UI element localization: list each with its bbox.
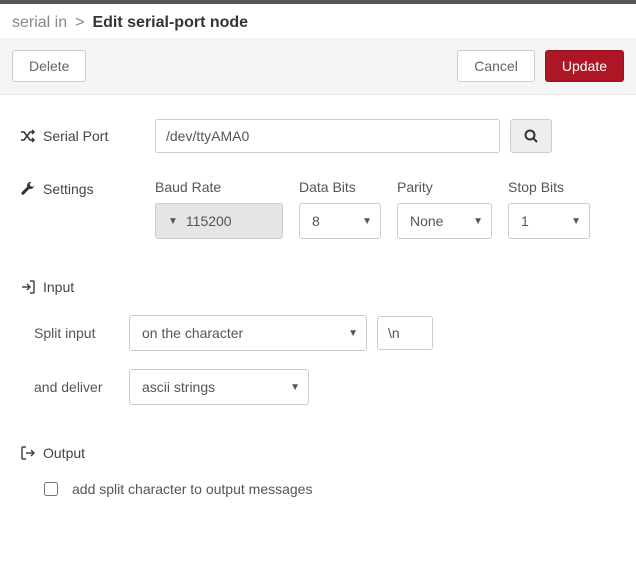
- deliver-label: and deliver: [34, 379, 129, 395]
- delete-button[interactable]: Delete: [12, 50, 86, 82]
- breadcrumb: serial in > Edit serial-port node: [0, 4, 636, 38]
- settings-row: Settings Baud Rate ▼ 115200 Data Bits 8 …: [20, 179, 616, 239]
- wrench-icon: [20, 182, 36, 196]
- serial-port-label: Serial Port: [20, 128, 155, 144]
- serial-port-input[interactable]: [155, 119, 500, 153]
- settings-label-text: Settings: [43, 181, 94, 197]
- add-split-char-label: add split character to output messages: [72, 481, 312, 497]
- data-bits-select[interactable]: 8 ▼: [299, 203, 381, 239]
- data-bits-column: Data Bits 8 ▼: [299, 179, 381, 239]
- baud-rate-value: 115200: [186, 213, 232, 229]
- stop-bits-value: 1: [521, 213, 529, 229]
- deliver-mode-value: ascii strings: [142, 379, 215, 395]
- caret-down-icon: ▼: [362, 216, 372, 227]
- deliver-mode-select[interactable]: ascii strings ▼: [129, 369, 309, 405]
- sign-in-icon: [20, 280, 36, 294]
- data-bits-value: 8: [312, 213, 320, 229]
- settings-grid: Baud Rate ▼ 115200 Data Bits 8 ▼ Parity: [155, 179, 590, 239]
- stop-bits-column: Stop Bits 1 ▼: [508, 179, 590, 239]
- caret-down-icon: ▼: [473, 216, 483, 227]
- serial-port-label-text: Serial Port: [43, 128, 108, 144]
- caret-down-icon: ▼: [348, 328, 358, 339]
- search-icon: [524, 129, 538, 143]
- output-section-label: Output: [20, 445, 616, 461]
- add-split-char-checkbox[interactable]: [44, 482, 58, 496]
- split-character-input[interactable]: [377, 316, 433, 350]
- input-section-label: Input: [20, 279, 616, 295]
- form-area: Serial Port Settings Baud Rate: [0, 95, 636, 521]
- output-section-text: Output: [43, 445, 85, 461]
- deliver-row: and deliver ascii strings ▼: [20, 369, 616, 405]
- caret-down-icon: ▼: [571, 216, 581, 227]
- split-mode-select[interactable]: on the character ▼: [129, 315, 367, 351]
- split-input-label: Split input: [34, 325, 129, 341]
- parity-value: None: [410, 213, 443, 229]
- breadcrumb-separator: >: [75, 14, 84, 32]
- serial-port-row: Serial Port: [20, 119, 616, 153]
- baud-rate-column: Baud Rate ▼ 115200: [155, 179, 283, 239]
- search-port-button[interactable]: [510, 119, 552, 153]
- cancel-button[interactable]: Cancel: [457, 50, 535, 82]
- update-button[interactable]: Update: [545, 50, 624, 82]
- baud-rate-select[interactable]: ▼ 115200: [155, 203, 283, 239]
- add-split-char-row: add split character to output messages: [20, 481, 616, 497]
- baud-rate-label: Baud Rate: [155, 179, 283, 195]
- caret-down-icon: ▼: [168, 216, 178, 227]
- split-input-row: Split input on the character ▼: [20, 315, 616, 351]
- shuffle-icon: [20, 129, 36, 143]
- parity-column: Parity None ▼: [397, 179, 492, 239]
- caret-down-icon: ▼: [290, 382, 300, 393]
- input-section-text: Input: [43, 279, 74, 295]
- settings-label: Settings: [20, 179, 155, 197]
- action-bar: Delete Cancel Update: [0, 38, 636, 95]
- parity-select[interactable]: None ▼: [397, 203, 492, 239]
- sign-out-icon: [20, 446, 36, 460]
- page-title: Edit serial-port node: [92, 14, 248, 32]
- data-bits-label: Data Bits: [299, 179, 381, 195]
- stop-bits-select[interactable]: 1 ▼: [508, 203, 590, 239]
- split-mode-value: on the character: [142, 325, 243, 341]
- breadcrumb-parent[interactable]: serial in: [12, 14, 67, 32]
- stop-bits-label: Stop Bits: [508, 179, 590, 195]
- parity-label: Parity: [397, 179, 492, 195]
